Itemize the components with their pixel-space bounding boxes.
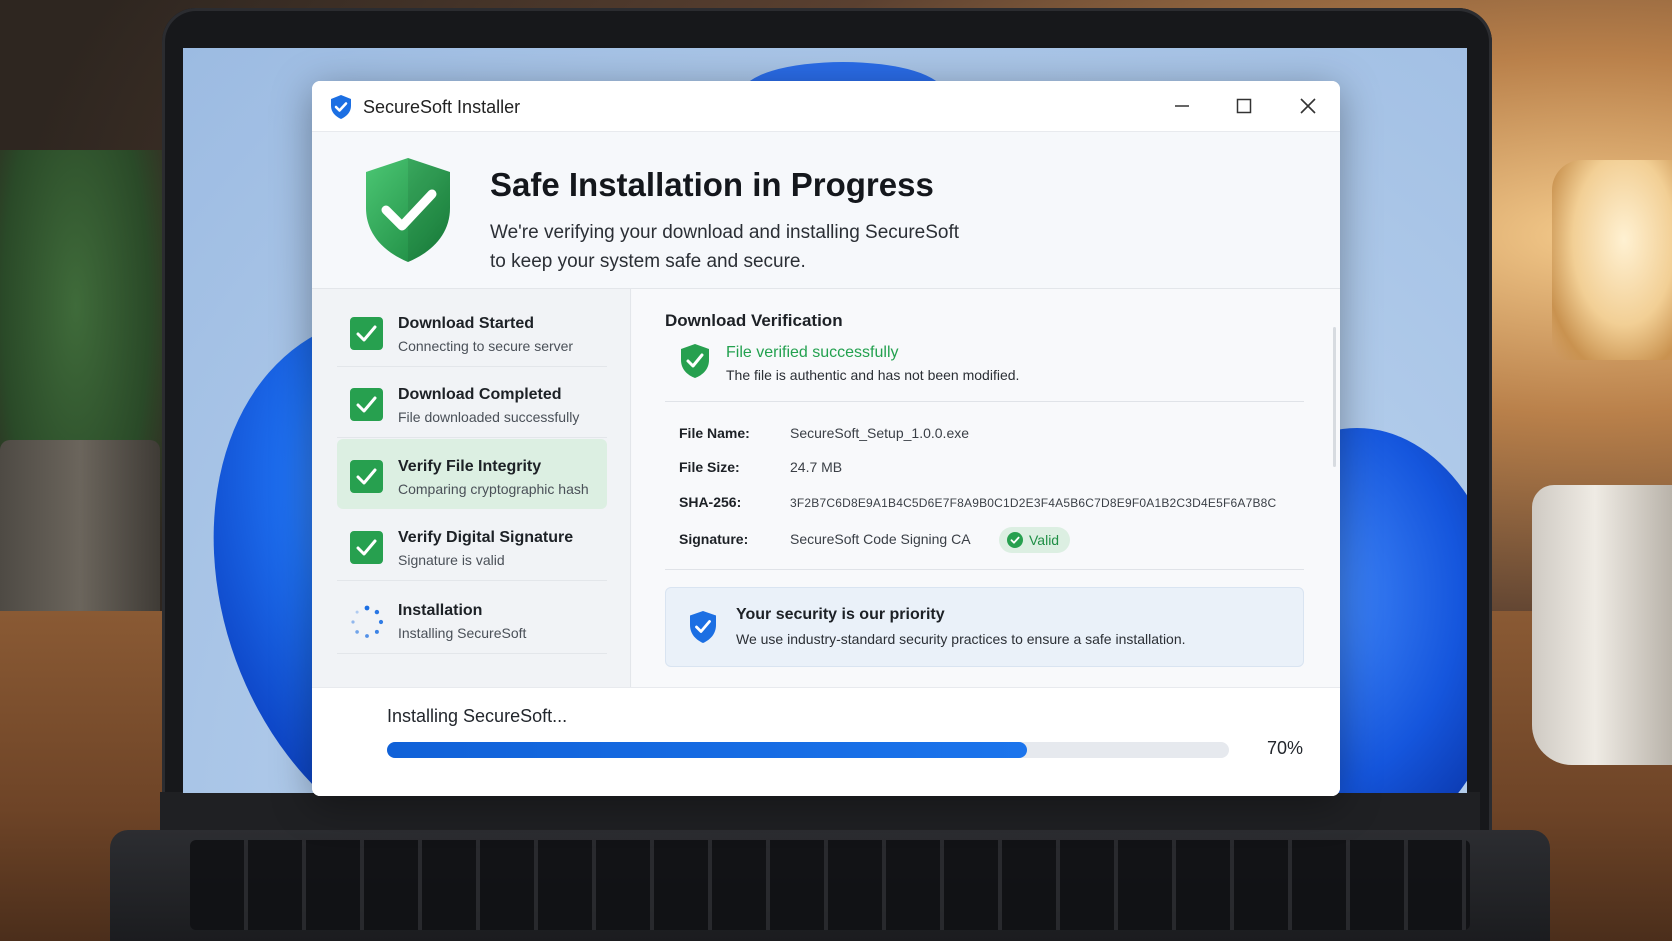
close-icon bbox=[1300, 98, 1316, 114]
step-subtitle: File downloaded successfully bbox=[398, 409, 580, 425]
checkmark-icon bbox=[350, 531, 383, 564]
file-size-label: File Size: bbox=[679, 459, 740, 475]
spinner-icon bbox=[351, 605, 384, 638]
checkmark-icon bbox=[350, 388, 383, 421]
background-mug bbox=[1532, 485, 1672, 765]
progress-fill bbox=[387, 742, 1027, 758]
shield-check-icon bbox=[331, 95, 351, 119]
notice-title: Your security is our priority bbox=[736, 606, 945, 623]
step-title: Installation bbox=[398, 602, 483, 619]
close-button[interactable] bbox=[1294, 93, 1322, 119]
verification-panel: Download Verification File verified succ… bbox=[632, 289, 1340, 687]
window-title: SecureSoft Installer bbox=[363, 97, 521, 117]
minimize-button[interactable] bbox=[1168, 93, 1196, 119]
keyboard-keys bbox=[190, 840, 1470, 930]
signature-value: SecureSoft Code Signing CA bbox=[790, 531, 971, 547]
step-download-completed[interactable]: Download Completed File downloaded succe… bbox=[337, 367, 607, 438]
check-circle-icon bbox=[1007, 532, 1023, 548]
shield-check-icon bbox=[690, 611, 716, 643]
verification-description: The file is authentic and has not been m… bbox=[726, 367, 1020, 383]
step-title: Verify Digital Signature bbox=[398, 529, 574, 546]
step-verify-digital-signature[interactable]: Verify Digital Signature Signature is va… bbox=[337, 510, 607, 581]
progress-label: Installing SecureSoft... bbox=[387, 706, 568, 726]
notice-text: We use industry-standard security practi… bbox=[736, 631, 1186, 647]
checkmark-icon bbox=[350, 460, 383, 493]
step-download-started[interactable]: Download Started Connecting to secure se… bbox=[337, 296, 607, 367]
subtitle-line: We're verifying your download and instal… bbox=[490, 222, 960, 243]
status-badge: Valid bbox=[999, 527, 1071, 553]
background-lamp bbox=[1552, 160, 1672, 360]
hero-header: Safe Installation in Progress We're veri… bbox=[312, 132, 1340, 289]
shield-check-icon bbox=[366, 158, 450, 262]
progress-bar bbox=[387, 742, 1229, 758]
file-name-value: SecureSoft_Setup_1.0.0.exe bbox=[790, 425, 970, 441]
badge-label: Valid bbox=[1029, 532, 1060, 548]
step-subtitle: Comparing cryptographic hash bbox=[398, 481, 589, 497]
checkmark-icon bbox=[350, 317, 383, 350]
title-bar[interactable]: SecureSoft Installer bbox=[312, 81, 1340, 132]
step-title: Download Completed bbox=[398, 386, 562, 403]
laptop-keyboard bbox=[110, 830, 1550, 941]
installer-window: SecureSoft Installer Safe Installation i… bbox=[312, 81, 1340, 796]
signature-label: Signature: bbox=[679, 531, 749, 547]
section-heading: Download Verification bbox=[665, 311, 843, 330]
sha256-label: SHA-256: bbox=[679, 494, 742, 510]
step-title: Verify File Integrity bbox=[398, 458, 542, 475]
shield-check-icon bbox=[681, 344, 709, 378]
sha256-value: 3F2B7C6D8E9A1B4C5D6E7F8A9B0C1D2E3F4A5B6C… bbox=[790, 496, 1277, 510]
file-name-label: File Name: bbox=[679, 425, 750, 441]
step-verify-file-integrity[interactable]: Verify File Integrity Comparing cryptogr… bbox=[337, 439, 607, 509]
progress-footer: Installing SecureSoft... 70% bbox=[312, 687, 1340, 796]
security-notice: Your security is our priority We use ind… bbox=[665, 587, 1304, 667]
subtitle-line: to keep your system safe and secure. bbox=[490, 251, 806, 272]
progress-percent: 70% bbox=[1267, 738, 1304, 758]
page-subtitle: We're verifying your download and instal… bbox=[490, 218, 1010, 276]
step-installation[interactable]: Installation Installing SecureSoft bbox=[337, 583, 607, 654]
page-title: Safe Installation in Progress bbox=[490, 166, 934, 203]
file-size-value: 24.7 MB bbox=[790, 459, 843, 475]
maximize-icon bbox=[1236, 98, 1252, 114]
maximize-button[interactable] bbox=[1230, 93, 1258, 119]
step-subtitle: Installing SecureSoft bbox=[398, 625, 527, 641]
scrollbar[interactable] bbox=[1333, 327, 1336, 467]
laptop-chin bbox=[160, 792, 1480, 832]
step-title: Download Started bbox=[398, 315, 535, 332]
step-subtitle: Connecting to secure server bbox=[398, 338, 574, 354]
steps-sidebar: Download Started Connecting to secure se… bbox=[312, 289, 631, 687]
verification-status: File verified successfully bbox=[726, 344, 899, 361]
divider bbox=[665, 401, 1304, 402]
divider bbox=[665, 569, 1304, 570]
minimize-icon bbox=[1175, 105, 1189, 107]
step-subtitle: Signature is valid bbox=[398, 552, 505, 568]
